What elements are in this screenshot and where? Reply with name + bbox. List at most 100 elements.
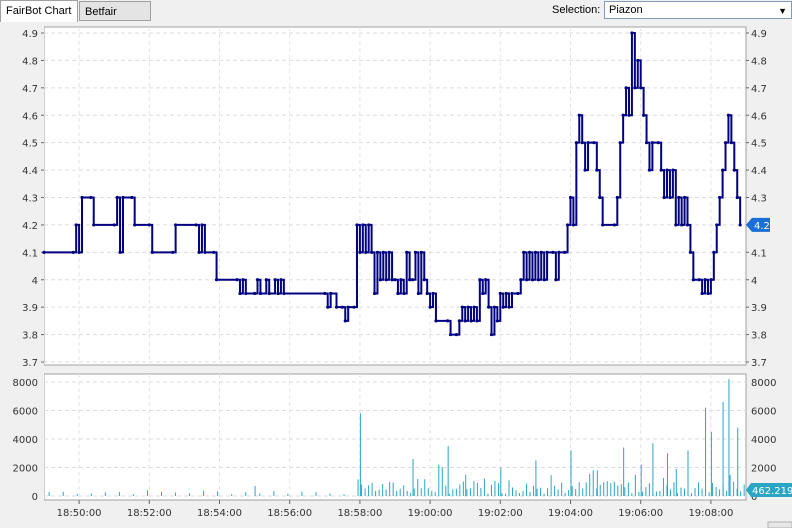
volume-bar bbox=[540, 487, 542, 496]
price-point bbox=[457, 319, 461, 323]
volume-bar bbox=[526, 483, 528, 496]
price-point bbox=[571, 223, 576, 227]
time-tick-label: 18:54:00 bbox=[197, 508, 242, 519]
price-point bbox=[510, 291, 514, 296]
volume-bar bbox=[603, 482, 605, 496]
price-point bbox=[729, 141, 733, 145]
price-point bbox=[171, 250, 175, 254]
volume-bar bbox=[578, 482, 580, 496]
volume-bar bbox=[385, 489, 387, 496]
volume-bar bbox=[568, 489, 570, 496]
price-point bbox=[539, 250, 543, 254]
price-point bbox=[121, 195, 125, 200]
price-point bbox=[355, 223, 359, 227]
price-point bbox=[530, 278, 535, 282]
price-point bbox=[194, 223, 198, 227]
price-point bbox=[671, 168, 675, 172]
price-point bbox=[80, 195, 84, 200]
price-point bbox=[279, 278, 283, 282]
volume-bar bbox=[733, 481, 735, 496]
volume-bar bbox=[680, 487, 682, 496]
price-point bbox=[516, 291, 520, 296]
volume-bar bbox=[676, 492, 678, 496]
price-point bbox=[197, 250, 201, 254]
volume-bar bbox=[480, 487, 482, 496]
time-tick-label: 19:06:00 bbox=[618, 508, 663, 519]
volume-tick-label-right: 4000 bbox=[751, 435, 776, 446]
price-point bbox=[726, 113, 731, 117]
volume-bar bbox=[375, 490, 377, 496]
volume-bar bbox=[427, 488, 429, 496]
volume-bar bbox=[726, 490, 728, 496]
price-point bbox=[387, 250, 391, 254]
price-point bbox=[615, 195, 619, 200]
tab-fairbot-chart[interactable]: FairBot Chart bbox=[0, 0, 78, 22]
volume-bar bbox=[431, 490, 433, 496]
volume-bar bbox=[729, 474, 731, 496]
price-point bbox=[212, 250, 216, 254]
volume-bar bbox=[389, 481, 391, 496]
volume-bar bbox=[710, 431, 712, 496]
volume-bar bbox=[694, 488, 696, 496]
volume-bar bbox=[575, 489, 577, 496]
price-tick-label-left: 4.7 bbox=[22, 84, 38, 95]
price-point bbox=[677, 195, 681, 200]
volume-bar bbox=[441, 467, 443, 496]
price-point bbox=[598, 195, 602, 200]
volume-bar bbox=[533, 485, 535, 496]
volume-bar bbox=[715, 486, 717, 496]
time-tick-label: 19:04:00 bbox=[548, 508, 593, 519]
volume-bar bbox=[357, 479, 359, 496]
volume-bar bbox=[536, 488, 538, 496]
price-point bbox=[721, 168, 725, 172]
price-point bbox=[522, 250, 526, 254]
current-price-label: 4.2 bbox=[754, 221, 770, 232]
volume-bar bbox=[599, 484, 601, 496]
price-point bbox=[595, 168, 599, 172]
volume-bar bbox=[675, 468, 677, 496]
price-point bbox=[402, 291, 406, 296]
price-point bbox=[525, 278, 529, 282]
chevron-down-icon[interactable]: ▼ bbox=[778, 3, 787, 19]
price-point bbox=[352, 305, 356, 309]
volume-bar bbox=[364, 488, 366, 496]
volume-bar bbox=[90, 493, 92, 496]
price-point bbox=[346, 305, 350, 309]
volume-bar bbox=[673, 482, 675, 496]
volume-bar bbox=[687, 450, 689, 496]
price-point bbox=[706, 291, 710, 296]
price-point bbox=[536, 278, 540, 282]
volume-bar bbox=[564, 492, 566, 496]
price-point bbox=[647, 168, 652, 172]
price-point bbox=[367, 223, 371, 227]
price-point bbox=[115, 195, 119, 200]
volume-tick-label-right: 8000 bbox=[751, 378, 776, 389]
volume-bar bbox=[455, 488, 457, 496]
price-tick-label-left: 3.7 bbox=[22, 358, 38, 369]
price-point bbox=[446, 319, 450, 323]
volume-bar bbox=[719, 489, 721, 496]
price-point bbox=[419, 250, 423, 254]
price-point bbox=[565, 223, 570, 227]
volume-bar bbox=[535, 460, 537, 496]
volume-bar bbox=[315, 492, 317, 496]
price-point bbox=[551, 250, 555, 254]
price-point bbox=[674, 223, 678, 227]
price-point bbox=[466, 305, 470, 309]
price-tick-label-right: 4.4 bbox=[751, 166, 767, 177]
price-point bbox=[42, 250, 46, 254]
tab-betfair-chart[interactable]: Betfair Chart bbox=[79, 1, 151, 38]
price-point bbox=[174, 223, 178, 227]
volume-bar bbox=[623, 447, 625, 496]
volume-bar bbox=[728, 379, 730, 496]
volume-bar bbox=[392, 482, 394, 496]
selection-dropdown[interactable]: Piazon ▼ bbox=[604, 1, 792, 19]
price-tick-label-right: 4.1 bbox=[751, 248, 767, 259]
price-tick-label-left: 4 bbox=[32, 276, 38, 287]
price-point bbox=[416, 291, 420, 296]
price-point bbox=[738, 223, 742, 227]
volume-bar bbox=[104, 492, 106, 496]
price-point bbox=[662, 195, 666, 200]
price-tick-label-right: 4.6 bbox=[751, 111, 767, 122]
price-tick-label-left: 4.4 bbox=[22, 166, 38, 177]
